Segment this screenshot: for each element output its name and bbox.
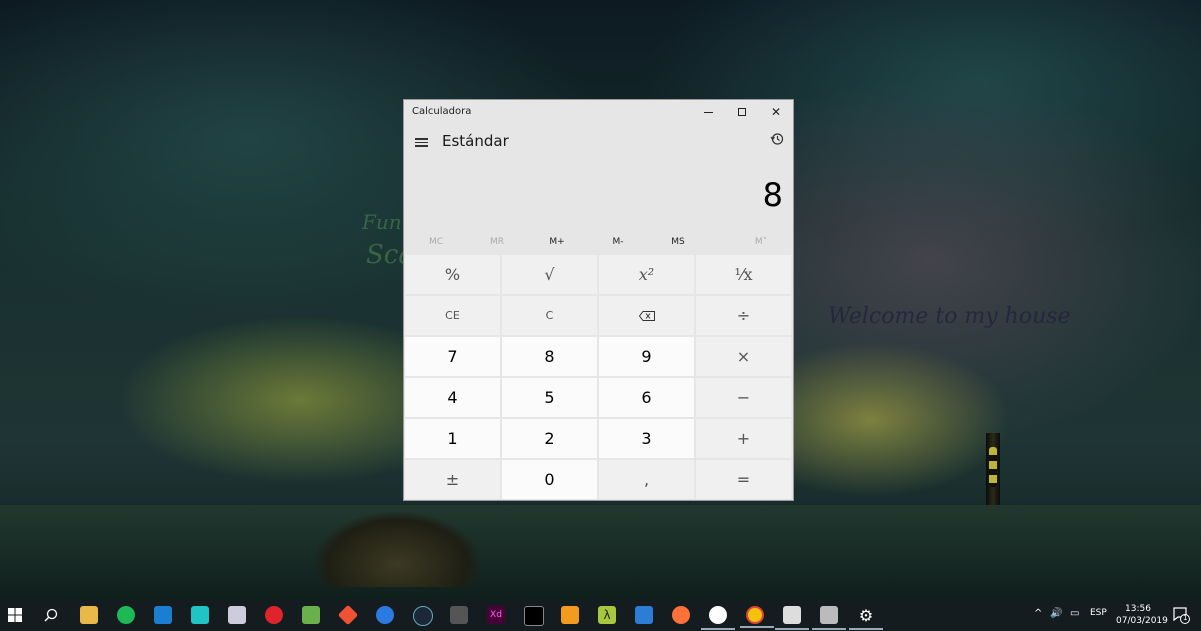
clear-entry-button[interactable]: CE: [405, 296, 500, 335]
opera-icon[interactable]: [265, 606, 283, 624]
window-title: Calculadora: [412, 106, 472, 117]
negate-button[interactable]: ±: [405, 460, 500, 499]
equals-button[interactable]: =: [696, 460, 791, 499]
add-button[interactable]: +: [696, 419, 791, 458]
file-explorer-icon[interactable]: [80, 606, 98, 624]
network-icon[interactable]: ▭: [1070, 608, 1079, 619]
digit-3-button[interactable]: 3: [599, 419, 694, 458]
hamburger-icon-line: [415, 138, 428, 140]
hamburger-icon-line: [415, 141, 428, 143]
result-display: 8: [762, 176, 783, 214]
terminal-icon[interactable]: [524, 606, 544, 626]
firefox-dev-icon[interactable]: [376, 606, 394, 624]
history-icon: [770, 133, 784, 145]
git-icon[interactable]: [337, 604, 359, 626]
calculator-window: Calculadora ✕ Estándar 8 MC MR M+ M- MS …: [403, 99, 794, 501]
title-bar[interactable]: Calculadora ✕: [404, 100, 793, 124]
digit-9-button[interactable]: 9: [599, 337, 694, 376]
network-app-icon[interactable]: [812, 606, 846, 630]
windows-logo-icon: [8, 608, 22, 622]
start-button[interactable]: [6, 606, 24, 624]
search-icon: [44, 608, 58, 622]
game-controller-icon[interactable]: [450, 606, 468, 624]
mode-title: Estándar: [442, 132, 509, 150]
digit-2-button[interactable]: 2: [502, 419, 597, 458]
divide-button[interactable]: ÷: [696, 296, 791, 335]
action-center-button[interactable]: 1: [1172, 606, 1190, 627]
taskbar: Xd λ ⚙ ^ 🔊 ▭ ESP 13:56 07/03/2019 1: [0, 600, 1201, 631]
digit-0-button[interactable]: 0: [502, 460, 597, 499]
memory-recall-button[interactable]: MR: [477, 237, 517, 247]
clear-button[interactable]: C: [502, 296, 597, 335]
backspace-icon: [638, 310, 655, 321]
wallpaper-text-welcome: Welcome to my house: [828, 304, 1071, 329]
notification-count: 1: [1183, 614, 1188, 622]
history-button[interactable]: [770, 132, 784, 150]
clock-time: 13:56: [1125, 604, 1151, 614]
spotify-icon[interactable]: [117, 606, 135, 624]
app-green-icon[interactable]: [302, 606, 320, 624]
maximize-button[interactable]: [724, 100, 760, 124]
hamburger-icon-line: [415, 145, 428, 147]
minimize-button[interactable]: [690, 100, 726, 124]
square-root-button[interactable]: √: [502, 255, 597, 294]
close-icon: ✕: [770, 105, 782, 119]
clock-date: 07/03/2019: [1116, 616, 1168, 626]
lambda-icon[interactable]: λ: [598, 606, 616, 624]
search-button[interactable]: [42, 606, 60, 624]
sublime-text-icon[interactable]: [561, 606, 579, 624]
memory-clear-button[interactable]: MC: [416, 237, 456, 247]
remote-desktop-icon[interactable]: [228, 606, 246, 624]
digit-7-button[interactable]: 7: [405, 337, 500, 376]
memory-subtract-button[interactable]: M-: [598, 237, 638, 247]
chevron-up-icon: ^: [1034, 608, 1043, 619]
show-hidden-icons-button[interactable]: ^: [1034, 608, 1042, 619]
subtract-button[interactable]: −: [696, 378, 791, 417]
digit-6-button[interactable]: 6: [599, 378, 694, 417]
memory-list-button[interactable]: M˅: [741, 237, 781, 247]
digit-4-button[interactable]: 4: [405, 378, 500, 417]
minimize-icon: [703, 111, 713, 113]
wallpaper-sea: [0, 505, 1201, 600]
language-indicator[interactable]: ESP: [1090, 608, 1107, 618]
vscode-icon[interactable]: [635, 606, 653, 624]
memory-row: MC MR M+ M- MS M˅: [404, 233, 793, 253]
multiply-button[interactable]: ×: [696, 337, 791, 376]
adobe-xd-icon[interactable]: Xd: [487, 606, 505, 624]
keypad: % √ x² ¹⁄x CE C ÷ 7 8 9 × 4 5 6 − 1 2 3 …: [405, 255, 792, 500]
memory-add-button[interactable]: M+: [537, 237, 577, 247]
square-button[interactable]: x²: [599, 255, 694, 294]
ubuntu-icon[interactable]: [701, 606, 735, 630]
app-teal-icon[interactable]: [191, 606, 209, 624]
chrome-icon[interactable]: [740, 606, 774, 628]
store-icon[interactable]: [154, 606, 172, 624]
maximize-icon: [738, 108, 746, 116]
wallpaper-lighthouse: [986, 433, 1000, 505]
digit-8-button[interactable]: 8: [502, 337, 597, 376]
digit-5-button[interactable]: 5: [502, 378, 597, 417]
percent-button[interactable]: %: [405, 255, 500, 294]
backspace-button[interactable]: [599, 296, 694, 335]
decimal-button[interactable]: ,: [599, 460, 694, 499]
settings-taskbar-button[interactable]: ⚙: [849, 605, 883, 630]
gear-icon: ⚙: [858, 605, 874, 625]
firefox-icon[interactable]: [672, 606, 690, 624]
steam-icon[interactable]: [413, 606, 433, 626]
volume-icon[interactable]: 🔊: [1050, 608, 1062, 619]
close-button[interactable]: ✕: [758, 100, 794, 124]
calculator-taskbar-icon[interactable]: [775, 606, 809, 630]
memory-store-button[interactable]: MS: [658, 237, 698, 247]
wallpaper-rock: [315, 512, 480, 587]
menu-button[interactable]: [415, 136, 429, 148]
reciprocal-button[interactable]: ¹⁄x: [696, 255, 791, 294]
clock[interactable]: 13:56 07/03/2019: [1116, 603, 1168, 627]
digit-1-button[interactable]: 1: [405, 419, 500, 458]
